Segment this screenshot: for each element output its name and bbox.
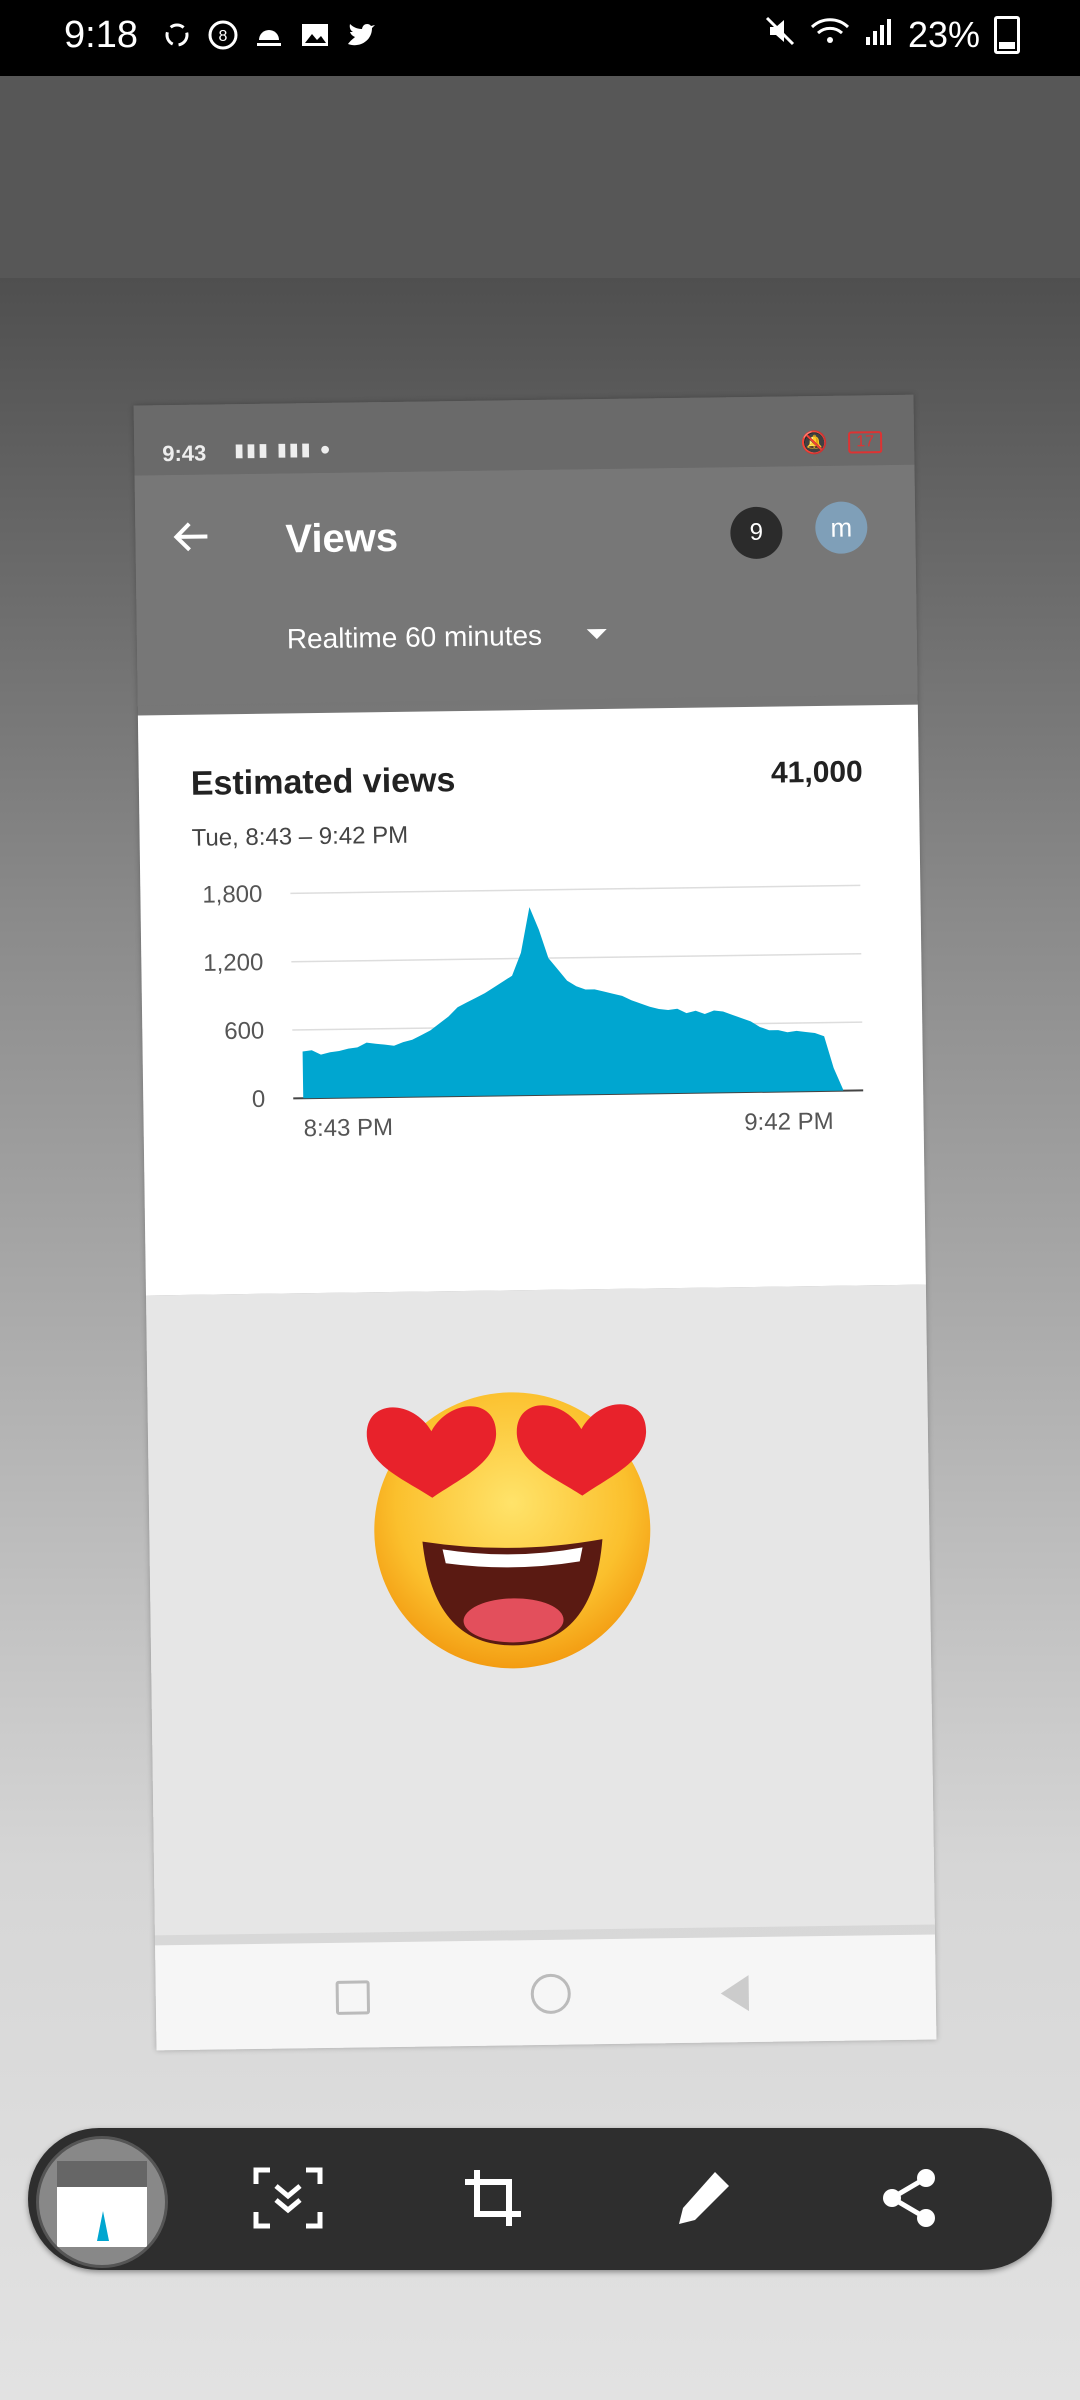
estimated-views-card: Estimated views 41,000 Tue, 8:43 – 9:42 … xyxy=(137,704,926,1296)
back-arrow-icon[interactable] xyxy=(169,514,214,570)
crop-icon[interactable] xyxy=(453,2158,533,2238)
captured-signal-icons: ▮▮▮ ▮▮▮ ● xyxy=(234,438,333,461)
notification-badge[interactable]: 9 xyxy=(730,506,783,560)
captured-nav-bar xyxy=(155,1934,937,2051)
dropdown-caret-icon[interactable] xyxy=(586,628,607,640)
range-selector[interactable]: Realtime 60 minutes xyxy=(287,620,543,656)
page-title: Views xyxy=(285,515,399,562)
heart-eyes-emoji xyxy=(366,1392,651,1669)
mute-icon xyxy=(764,14,796,56)
y-tick-label: 1,200 xyxy=(203,949,263,977)
battery-percent: 23% xyxy=(907,14,980,55)
notification-icons: 8 xyxy=(160,18,378,52)
gallery-icon xyxy=(298,18,332,52)
gridline xyxy=(290,884,861,895)
battery-icon xyxy=(994,16,1020,54)
svg-text:8: 8 xyxy=(219,28,228,45)
home-icon xyxy=(530,1973,572,2015)
screenshot-toolbar xyxy=(28,2128,1052,2270)
recents-icon xyxy=(335,1980,371,2015)
share-icon[interactable] xyxy=(870,2158,950,2238)
views-area-chart: 1,800 1,200 600 0 8:43 PM 9:42 PM xyxy=(202,881,864,1142)
emoji-area xyxy=(145,1284,935,1936)
y-tick-label: 1,800 xyxy=(202,881,262,909)
signal-icon xyxy=(864,14,894,56)
card-total: 41,000 xyxy=(770,755,863,790)
draw-icon[interactable] xyxy=(663,2158,743,2238)
captured-time: 9:43 xyxy=(162,440,207,467)
captured-screenshot: 9:43 ▮▮▮ ▮▮▮ ● 🔕 17 Views 9 m Realtime 6… xyxy=(133,394,937,2051)
screenshot-thumbnail[interactable] xyxy=(36,2136,168,2268)
avatar[interactable]: m xyxy=(814,501,868,555)
card-subtitle: Tue, 8:43 – 9:42 PM xyxy=(191,821,409,852)
twitter-icon xyxy=(344,18,378,52)
captured-mute-icon: 🔕 xyxy=(800,429,829,456)
x-tick-label: 9:42 PM xyxy=(744,1108,834,1136)
app-bar: Views 9 m Realtime 60 minutes xyxy=(134,464,918,706)
status-time: 9:18 xyxy=(64,14,138,56)
captured-battery: 17 xyxy=(848,431,883,454)
gridline xyxy=(291,953,862,963)
y-tick-label: 0 xyxy=(252,1086,266,1113)
weather-icon xyxy=(252,18,286,52)
views-series-area xyxy=(302,907,844,1099)
sync-icon xyxy=(160,18,194,52)
scroll-capture-icon[interactable] xyxy=(248,2158,328,2238)
y-tick-label: 600 xyxy=(224,1017,264,1045)
status-right: 23% xyxy=(764,14,1020,56)
counter-icon: 8 xyxy=(206,18,240,52)
back-icon xyxy=(720,1975,750,2012)
preview-backdrop-top xyxy=(0,76,1080,278)
status-bar: 9:18 8 23% xyxy=(0,0,1080,76)
x-tick-label: 8:43 PM xyxy=(303,1114,393,1142)
card-title: Estimated views xyxy=(190,761,456,803)
wifi-icon xyxy=(810,14,850,56)
captured-status-bar: 9:43 ▮▮▮ ▮▮▮ ● 🔕 17 xyxy=(133,394,915,476)
